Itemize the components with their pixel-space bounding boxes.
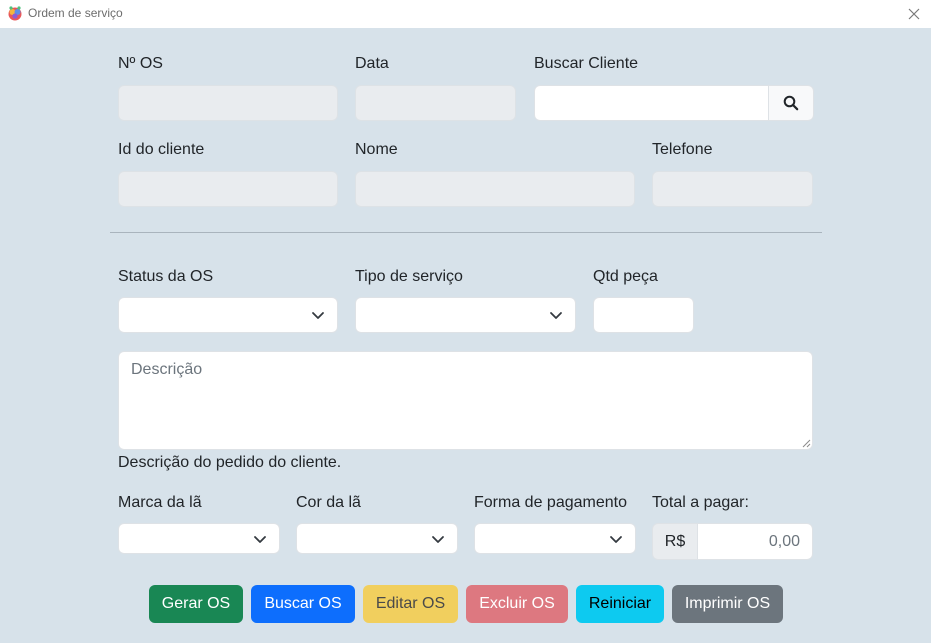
payment-method-label: Forma de pagamento — [474, 494, 627, 511]
close-button[interactable] — [897, 0, 931, 28]
client-id-label: Id do cliente — [118, 141, 205, 158]
client-id-field — [118, 171, 338, 207]
service-type-select[interactable] — [355, 297, 576, 333]
yarn-color-select[interactable] — [296, 523, 458, 554]
name-label: Nome — [355, 141, 398, 158]
search-icon — [783, 95, 799, 111]
os-status-select[interactable] — [118, 297, 338, 333]
title-bar: Ordem de serviço — [0, 0, 931, 28]
phone-label: Telefone — [652, 141, 713, 158]
os-number-field — [118, 85, 338, 121]
yarn-brand-label: Marca da lã — [118, 494, 202, 511]
description-help-text: Descrição do pedido do cliente. — [118, 454, 342, 471]
search-os-button[interactable]: Buscar OS — [251, 585, 355, 623]
window-title: Ordem de serviço — [28, 6, 123, 20]
payment-method-select[interactable] — [474, 523, 636, 554]
chevron-down-icon — [254, 535, 266, 543]
delete-os-button[interactable]: Excluir OS — [466, 585, 568, 623]
piece-qty-input[interactable] — [593, 297, 694, 333]
chevron-down-icon — [312, 312, 324, 319]
os-status-label: Status da OS — [118, 268, 214, 285]
date-field — [355, 85, 516, 121]
print-os-button[interactable]: Imprimir OS — [672, 585, 783, 623]
total-label: Total a pagar: — [652, 494, 749, 511]
piece-qty-label: Qtd peça — [593, 268, 658, 285]
chevron-down-icon — [432, 535, 444, 543]
date-label: Data — [355, 55, 389, 72]
section-divider — [110, 232, 822, 233]
name-field — [355, 171, 635, 207]
chevron-down-icon — [550, 312, 562, 319]
generate-os-button[interactable]: Gerar OS — [149, 585, 243, 623]
search-client-label: Buscar Cliente — [534, 55, 639, 72]
edit-os-button[interactable]: Editar OS — [363, 585, 458, 623]
close-icon — [908, 8, 920, 20]
description-textarea[interactable]: Descrição — [118, 351, 813, 450]
chevron-down-icon — [610, 535, 622, 543]
total-input[interactable]: 0,00 — [697, 523, 813, 560]
reset-button[interactable]: Reiniciar — [576, 585, 664, 623]
yarn-color-label: Cor da lã — [296, 494, 361, 511]
currency-prefix: R$ — [652, 523, 698, 560]
search-client-input[interactable] — [534, 85, 770, 121]
description-placeholder: Descrição — [131, 361, 203, 378]
yarn-brand-select[interactable] — [118, 523, 280, 554]
os-number-label: Nº OS — [118, 55, 163, 72]
search-client-button[interactable] — [768, 85, 814, 121]
app-logo-icon — [8, 6, 22, 21]
resize-grip-icon[interactable] — [801, 438, 811, 448]
phone-field — [652, 171, 813, 207]
service-type-label: Tipo de serviço — [355, 268, 463, 285]
